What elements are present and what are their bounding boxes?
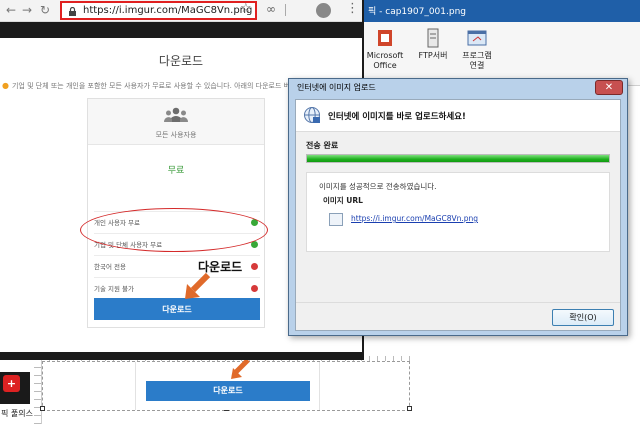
taskbar-app-label: 픽 풀의스 xyxy=(1,409,33,418)
users-icon xyxy=(164,107,188,122)
upload-dialog: 인터넷에 이미지 업로드 ✕ 인터넷에 이미지를 바로 업로드하세요! 전송 완… xyxy=(288,78,628,336)
dialog-header: 인터넷에 이미지를 바로 업로드하세요! xyxy=(296,100,620,132)
dialog-title: 인터넷에 이미지 업로드 xyxy=(297,83,376,92)
program-link-icon xyxy=(467,30,487,46)
ok-button[interactable]: 확인(O) xyxy=(552,309,614,326)
result-panel: 이미지를 성공적으로 전송하였습니다. 이미지 URL https://i.im… xyxy=(306,172,610,252)
ribbon-office-button[interactable]: Microsoft Office xyxy=(364,28,406,82)
cross-icon xyxy=(251,285,258,292)
plan-card-header: 모든 사용자용 xyxy=(88,99,264,145)
ribbon-program-label: 프로그램 연결 xyxy=(462,51,492,70)
ribbon-office-label: Microsoft Office xyxy=(366,51,404,70)
dialog-body: 인터넷에 이미지를 바로 업로드하세요! 전송 완료 이미지를 성공적으로 전송… xyxy=(295,99,621,331)
lock-icon xyxy=(69,7,76,16)
editor-titlebar: 픽 - cap1907_001.png xyxy=(360,0,640,22)
taskbar-app-button[interactable]: + xyxy=(0,372,30,404)
feature-label: 한국어 전용 xyxy=(94,263,126,271)
highlight-ellipse xyxy=(80,208,268,252)
transfer-status: 전송 완료 xyxy=(306,141,339,150)
vertical-ruler xyxy=(34,360,42,424)
progress-bar xyxy=(306,154,610,163)
download-button[interactable]: 다운로드 xyxy=(94,298,260,320)
office-icon xyxy=(378,30,392,46)
menu-icon[interactable]: ⋮ xyxy=(346,1,359,17)
plan-price: 무료 xyxy=(167,166,185,176)
progress-fill xyxy=(307,155,609,162)
feature-row: 기술 지원 불가 xyxy=(94,277,260,299)
ftp-server-icon xyxy=(427,28,439,48)
image-url-link[interactable]: https://i.imgur.com/MaGC8Vn.png xyxy=(351,214,478,223)
ribbon-program-button[interactable]: 프로그램 연결 xyxy=(456,28,498,82)
page-title: 다운로드 xyxy=(158,54,204,68)
bookmark-star-icon[interactable]: ☆ xyxy=(240,1,252,17)
forward-icon[interactable]: → xyxy=(22,2,32,18)
copy-icon[interactable] xyxy=(329,213,343,226)
address-bar[interactable]: https://i.imgur.com/MaGC8Vn.png xyxy=(60,1,257,20)
browser-toolbar: ← → ↻ https://i.imgur.com/MaGC8Vn.png ☆ … xyxy=(0,0,362,22)
close-icon[interactable]: ✕ xyxy=(595,80,623,95)
ribbon-ftp-label: FTP서버 xyxy=(418,51,448,60)
dialog-titlebar: 인터넷에 이미지 업로드 ✕ xyxy=(289,79,627,97)
dialog-footer: 확인(O) xyxy=(296,302,620,330)
page-top-band xyxy=(0,22,362,38)
reload-icon[interactable]: ↻ xyxy=(40,2,50,18)
result-message: 이미지를 성공적으로 전송하였습니다. xyxy=(319,182,437,191)
cross-icon xyxy=(251,263,258,270)
editor-ribbon: Microsoft Office FTP서버 프로그램 연결 xyxy=(360,22,640,86)
globe-icon xyxy=(304,107,320,123)
info-icon: ● xyxy=(2,81,9,90)
ribbon-ftp-button[interactable]: FTP서버 xyxy=(412,28,454,82)
canvas-download-button: 다운로드 xyxy=(146,381,310,401)
editor-title: 픽 - cap1907_001.png xyxy=(368,7,466,17)
plan-name: 모든 사용자용 xyxy=(155,131,197,139)
dialog-headline: 인터넷에 이미지를 바로 업로드하세요! xyxy=(328,112,466,122)
notice-label: 기업 및 단체 또는 개인을 포함한 모든 사용자가 무료로 사용할 수 있습니… xyxy=(11,82,325,90)
resize-handle[interactable] xyxy=(407,406,412,411)
app-logo-icon: + xyxy=(3,375,20,392)
arrow-icon xyxy=(231,358,250,379)
arrow-icon xyxy=(185,272,211,299)
extension-link-icon[interactable]: ∞ xyxy=(266,1,276,17)
feature-label: 기술 지원 불가 xyxy=(94,285,135,293)
url-heading: 이미지 URL xyxy=(323,196,363,205)
url-text[interactable]: https://i.imgur.com/MaGC8Vn.png xyxy=(83,4,252,18)
account-icon[interactable] xyxy=(316,3,331,18)
back-icon[interactable]: ← xyxy=(6,2,16,18)
toolbar-divider xyxy=(285,4,286,16)
resize-handle[interactable] xyxy=(40,406,45,411)
